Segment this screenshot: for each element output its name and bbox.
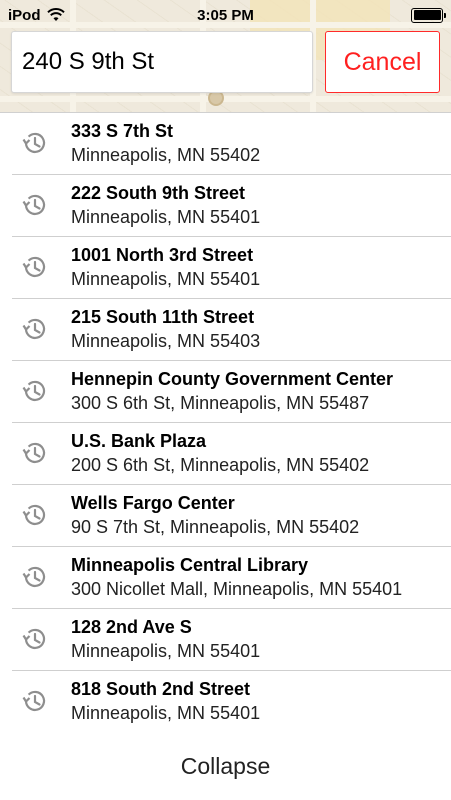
carrier-label: iPod bbox=[8, 6, 41, 24]
result-title: Minneapolis Central Library bbox=[71, 555, 309, 575]
result-title: 215 South 11th Street bbox=[71, 307, 255, 327]
status-left: iPod bbox=[8, 7, 65, 24]
result-title: 333 S 7th St bbox=[71, 121, 174, 141]
cancel-button[interactable]: Cancel bbox=[325, 31, 440, 93]
result-title: 1001 North 3rd Street bbox=[71, 245, 254, 265]
result-subtitle: 300 Nicollet Mall, Minneapolis, MN 55401 bbox=[71, 579, 403, 599]
recent-results-list: 333 S 7th St Minneapolis, MN 55402 222 Sou… bbox=[0, 112, 451, 733]
result-title: 128 2nd Ave S bbox=[71, 617, 192, 637]
collapse-bar: Collapse bbox=[0, 732, 451, 800]
result-subtitle: 200 S 6th St, Minneapolis, MN 55402 bbox=[71, 455, 370, 475]
result-subtitle: Minneapolis, MN 55403 bbox=[71, 331, 261, 351]
search-query-text: 240 S 9th St bbox=[22, 48, 155, 75]
result-row[interactable]: 222 South 9th Street Minneapolis, MN 5540… bbox=[0, 175, 451, 237]
history-icon bbox=[22, 380, 46, 401]
result-row[interactable]: Minneapolis Central Library 300 Nicollet … bbox=[0, 547, 451, 609]
result-row[interactable]: 818 South 2nd Street Minneapolis, MN 5540… bbox=[0, 671, 451, 733]
history-icon bbox=[22, 628, 46, 649]
result-title: 222 South 9th Street bbox=[71, 183, 246, 203]
status-bar: iPod 3:05 PM bbox=[0, 0, 451, 30]
result-subtitle: Minneapolis, MN 55401 bbox=[71, 207, 261, 227]
history-icon bbox=[22, 194, 46, 215]
result-subtitle: 300 S 6th St, Minneapolis, MN 55487 bbox=[71, 393, 370, 413]
result-title: 818 South 2nd Street bbox=[71, 679, 251, 699]
result-row[interactable]: Wells Fargo Center 90 S 7th St, Minneapol… bbox=[0, 485, 451, 547]
result-subtitle: 90 S 7th St, Minneapolis, MN 55402 bbox=[71, 517, 360, 537]
history-icon bbox=[22, 690, 46, 711]
result-row[interactable]: Hennepin County Government Center 300 S 6… bbox=[0, 361, 451, 423]
collapse-button[interactable]: Collapse bbox=[181, 753, 271, 780]
result-subtitle: Minneapolis, MN 55401 bbox=[71, 641, 261, 661]
result-row[interactable]: 215 South 11th Street Minneapolis, MN 554… bbox=[0, 299, 451, 361]
result-title: Hennepin County Government Center bbox=[71, 369, 394, 389]
history-icon bbox=[22, 318, 46, 339]
result-row[interactable]: 128 2nd Ave S Minneapolis, MN 55401 bbox=[0, 609, 451, 671]
result-subtitle: Minneapolis, MN 55401 bbox=[71, 269, 261, 289]
result-title: Wells Fargo Center bbox=[71, 493, 235, 513]
history-icon bbox=[22, 132, 46, 153]
history-icon bbox=[22, 442, 46, 463]
result-subtitle: Minneapolis, MN 55402 bbox=[71, 145, 261, 165]
result-title: U.S. Bank Plaza bbox=[71, 431, 207, 451]
result-row[interactable]: 1001 North 3rd Street Minneapolis, MN 554… bbox=[0, 237, 451, 299]
search-input[interactable]: 240 S 9th St bbox=[11, 31, 313, 93]
history-icon bbox=[22, 256, 46, 277]
status-time: 3:05 PM bbox=[197, 6, 254, 24]
history-icon bbox=[22, 566, 46, 587]
history-icon bbox=[22, 504, 46, 525]
result-subtitle: Minneapolis, MN 55401 bbox=[71, 703, 261, 723]
result-row[interactable]: 333 S 7th St Minneapolis, MN 55402 bbox=[0, 113, 451, 175]
battery-fill bbox=[413, 10, 441, 20]
result-row[interactable]: U.S. Bank Plaza 200 S 6th St, Minneapolis… bbox=[0, 423, 451, 485]
wifi-icon bbox=[46, 8, 65, 21]
battery-icon bbox=[411, 7, 446, 23]
